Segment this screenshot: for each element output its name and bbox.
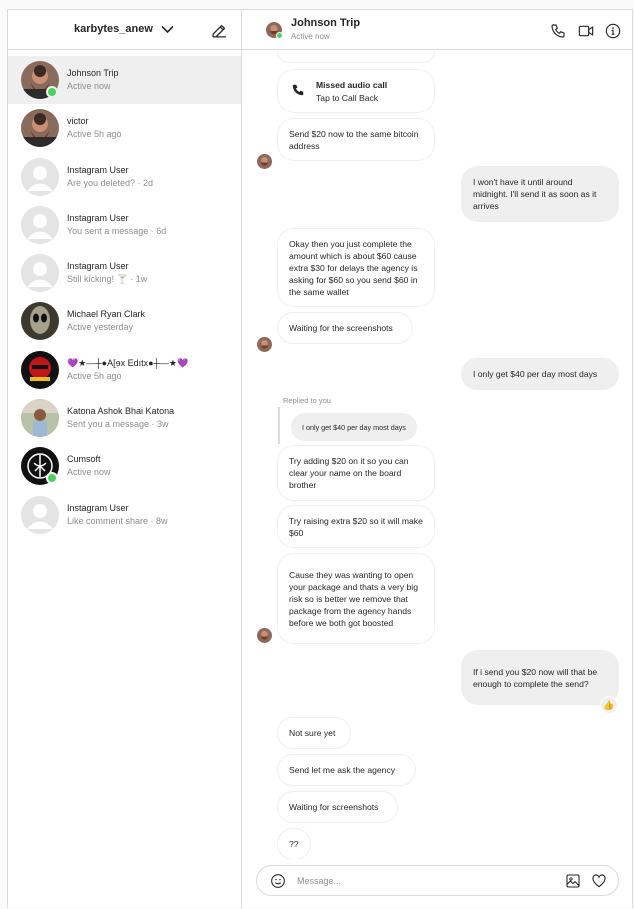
avatar xyxy=(21,350,59,389)
message-list: Missed audio call Tap to Call Back Send … xyxy=(242,51,633,859)
thread-subtitle: Active 5h ago xyxy=(67,370,122,381)
message-incoming: Waiting for screenshots xyxy=(277,791,398,823)
avatar xyxy=(21,254,59,293)
avatar xyxy=(21,109,59,148)
thread-name: Instagram User xyxy=(67,502,129,513)
thread-name: 💜★—┼●A[ɘx Edıtx●┼—★💜 xyxy=(67,357,189,368)
message-incoming: Waiting for the screenshots xyxy=(277,312,413,344)
thread-name: victor xyxy=(67,116,89,127)
info-icon[interactable] xyxy=(605,23,621,39)
conversation-sidebar: karbytes_anew Johnson Trip Active now vi… xyxy=(8,10,242,909)
avatar xyxy=(21,157,59,196)
thread-subtitle: Are you deleted? · 2d xyxy=(67,177,154,188)
missed-call-title: Missed audio call xyxy=(316,80,388,90)
thread-item[interactable]: Michael Ryan Clark Active yesterday xyxy=(8,297,241,345)
online-indicator xyxy=(46,86,58,98)
emoji-icon[interactable] xyxy=(270,873,286,889)
thread-name: Michael Ryan Clark xyxy=(67,309,146,320)
thread-subtitle: Active 5h ago xyxy=(67,129,122,140)
account-switcher[interactable]: karbytes_anew xyxy=(74,23,174,35)
sidebar-header: karbytes_anew xyxy=(8,10,241,50)
message-outgoing: If i send you $20 now will that be enoug… xyxy=(461,650,619,705)
phone-icon xyxy=(292,84,304,96)
chevron-down-icon xyxy=(161,25,174,33)
thread-item[interactable]: victor Active 5h ago xyxy=(8,104,241,152)
image-upload-icon[interactable] xyxy=(565,873,581,889)
thread-item[interactable]: Instagram User Still kicking! 🍸 · 1w xyxy=(8,249,241,297)
avatar xyxy=(21,205,59,244)
thread-subtitle: Still kicking! 🍸 · 1w xyxy=(67,274,148,285)
heart-icon[interactable] xyxy=(591,873,607,889)
message-outgoing: I only get $40 per day most days xyxy=(461,358,619,390)
replied-label: Replied to you xyxy=(283,396,331,405)
thread-item[interactable]: Instagram User Like comment share · 8w xyxy=(8,491,241,539)
reply-quote-bar xyxy=(278,407,280,444)
message-incoming: Try adding $20 on it so you can clear yo… xyxy=(277,445,435,501)
message-incoming: Okay then you just complete the amount w… xyxy=(277,228,435,307)
messenger-window: karbytes_anew Johnson Trip Active now vi… xyxy=(7,9,633,909)
thread-name: Instagram User xyxy=(67,212,129,223)
chat-panel: Johnson Trip Active now Missed audio cal… xyxy=(242,10,633,909)
online-indicator xyxy=(276,32,283,39)
message-incoming: Not sure yet xyxy=(277,717,351,749)
thread-name: Johnson Trip xyxy=(67,68,119,78)
thread-name: Instagram User xyxy=(67,164,129,175)
message-bubble-partial xyxy=(277,51,435,63)
quoted-message[interactable]: I only get $40 per day most days xyxy=(291,413,417,441)
sender-avatar xyxy=(257,154,272,169)
online-indicator xyxy=(46,472,58,485)
message-incoming: Cause they was wanting to open your pack… xyxy=(277,553,435,644)
thread-name: Katona Ashok Bhai Katona xyxy=(67,406,175,417)
sender-avatar xyxy=(257,628,272,643)
chat-title[interactable]: Johnson Trip xyxy=(291,17,360,29)
missed-call-bubble[interactable]: Missed audio call Tap to Call Back xyxy=(277,69,435,113)
thread-subtitle: You sent a message · 6d xyxy=(67,225,167,236)
thread-item[interactable]: Instagram User Are you deleted? · 2d xyxy=(8,153,241,201)
avatar xyxy=(21,399,59,438)
thread-item[interactable]: 💜★—┼●A[ɘx Edıtx●┼—★💜 Active 5h ago xyxy=(8,346,241,394)
thread-subtitle: Active yesterday xyxy=(67,322,134,333)
account-name: karbytes_anew xyxy=(74,23,153,35)
thread-item[interactable]: Katona Ashok Bhai Katona Sent you a mess… xyxy=(8,394,241,442)
thread-name: Instagram User xyxy=(67,261,129,272)
message-incoming: Try raising extra $20 so it will make $6… xyxy=(277,505,435,548)
phone-icon[interactable] xyxy=(550,23,566,39)
video-icon[interactable] xyxy=(578,23,594,39)
thread-list: Johnson Trip Active now victor Active 5h… xyxy=(8,50,241,539)
sender-avatar xyxy=(257,337,272,352)
message-incoming: Send $20 now to the same bitcoin address xyxy=(277,118,435,161)
thread-subtitle: Like comment share · 8w xyxy=(67,515,168,526)
new-message-icon[interactable] xyxy=(211,22,228,39)
thread-subtitle: Sent you a message · 3w xyxy=(67,419,169,430)
message-incoming: Send let me ask the agency xyxy=(277,754,416,786)
avatar xyxy=(21,302,59,341)
message-input[interactable] xyxy=(297,872,537,890)
missed-call-subtitle: Tap to Call Back xyxy=(316,93,379,103)
avatar xyxy=(21,495,59,534)
message-composer xyxy=(256,865,619,896)
chat-status: Active now xyxy=(291,32,330,41)
message-outgoing: I won't have it until around midnight. I… xyxy=(461,166,619,222)
thread-subtitle: Active now xyxy=(67,467,111,478)
chat-header: Johnson Trip Active now xyxy=(242,10,633,50)
thread-item[interactable]: Cumsoft Active now xyxy=(8,442,241,490)
thread-subtitle: Active now xyxy=(67,81,111,91)
thread-name: Cumsoft xyxy=(67,454,101,465)
thread-item[interactable]: Johnson Trip Active now xyxy=(8,56,241,105)
reaction-badge[interactable]: 👍 xyxy=(600,696,618,714)
thread-item[interactable]: Instagram User You sent a message · 6d xyxy=(8,201,241,249)
message-incoming: ?? xyxy=(277,828,311,859)
